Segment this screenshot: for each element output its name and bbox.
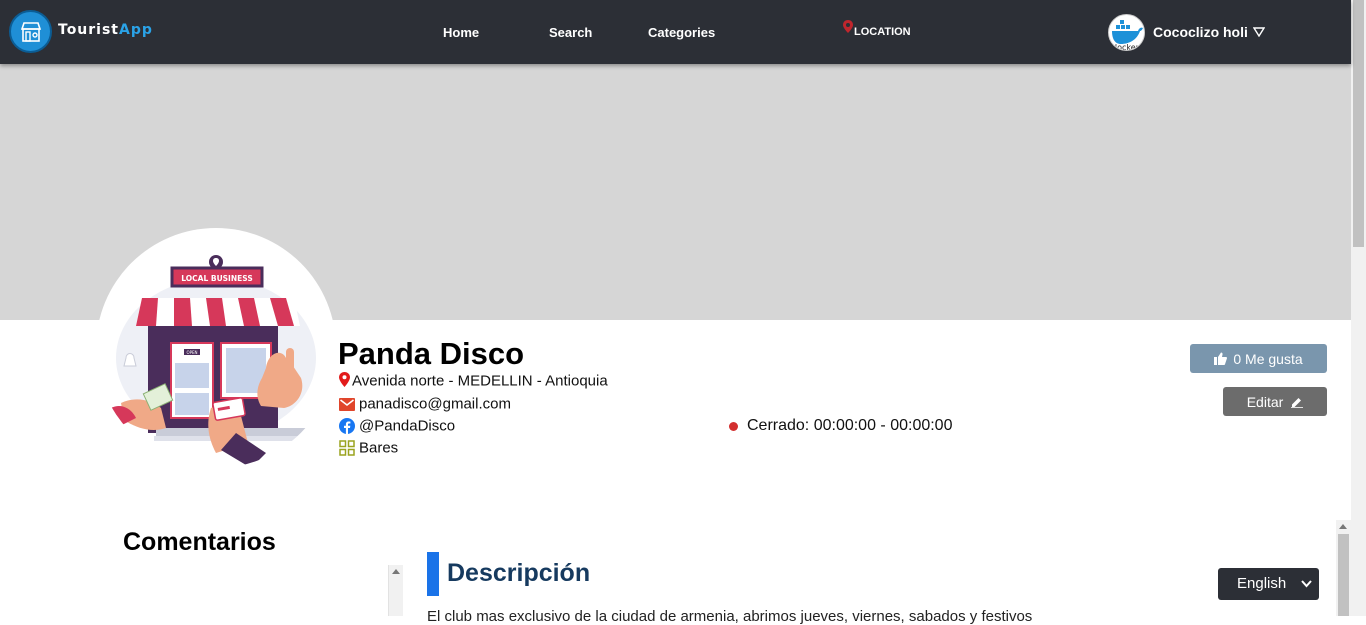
logo-door-sign-text: OPEN [186, 350, 197, 355]
content-scrollbar[interactable] [1336, 520, 1351, 616]
chevron-down-icon[interactable] [1253, 27, 1265, 37]
business-name: Panda Disco [338, 336, 525, 371]
brand-accent-text: App [119, 22, 153, 38]
description-heading: Descripción [447, 559, 591, 587]
brand-main-text: Tourist [58, 22, 120, 38]
thumbs-up-icon [1214, 352, 1228, 365]
facebook-icon [339, 418, 355, 435]
email-text: panadisco@gmail.com [359, 395, 511, 413]
location-pin-icon [339, 371, 350, 387]
like-count-label: 0 Me gusta [1233, 350, 1303, 367]
business-profile-image: LOCAL BUSINESS OPEN [96, 228, 336, 468]
mail-icon [339, 397, 355, 411]
description-text: El club mas exclusivo de la ciudad de ar… [427, 608, 1033, 625]
category-grid-icon [339, 440, 355, 456]
page-scrollbar-thumb[interactable] [1353, 0, 1364, 247]
status-dot-icon [729, 421, 738, 431]
nav-search-link[interactable]: Search [549, 25, 592, 40]
language-selected: English [1237, 575, 1287, 592]
description-accent-bar [427, 552, 439, 596]
like-button[interactable]: 0 Me gusta [1190, 344, 1327, 373]
chevron-down-icon [1301, 580, 1312, 588]
local-business-illustration: LOCAL BUSINESS OPEN [111, 255, 316, 468]
location-label: LOCATION [854, 26, 911, 38]
page-scrollbar[interactable] [1351, 0, 1366, 616]
location-pin-icon [843, 20, 853, 33]
status-text: Cerrado: 00:00:00 - 00:00:00 [747, 417, 953, 434]
edit-button[interactable]: Editar [1223, 387, 1327, 416]
scroll-up-arrow-icon[interactable] [1339, 524, 1347, 529]
app-logo[interactable] [9, 10, 52, 53]
logo-sign-text: LOCAL BUSINESS [181, 274, 252, 283]
facebook-text: @PandaDisco [359, 417, 456, 435]
opening-status: Cerrado: 00:00:00 - 00:00:00 [729, 417, 952, 435]
store-icon [20, 22, 42, 42]
business-category: Bares [339, 439, 398, 457]
edit-label: Editar [1246, 393, 1284, 410]
category-text: Bares [359, 439, 399, 457]
business-email: panadisco@gmail.com [339, 395, 511, 413]
address-text: Avenida norte - MEDELLIN - Antioquia [352, 372, 608, 390]
scrollbar-thumb[interactable] [1338, 534, 1349, 616]
user-name: Cococlizo holi [1153, 24, 1248, 40]
scroll-up-arrow-icon[interactable] [392, 569, 400, 574]
pencil-icon [1291, 397, 1304, 408]
docker-whale-icon: docker [1112, 20, 1143, 51]
svg-text:docker: docker [1112, 43, 1140, 51]
comments-scrollbar[interactable] [388, 565, 403, 616]
top-navbar: TouristApp Home Search Categories LOCATI… [0, 0, 1351, 64]
business-address: Avenida norte - MEDELLIN - Antioquia [339, 371, 608, 390]
comments-heading: Comentarios [123, 528, 276, 556]
nav-home-link[interactable]: Home [443, 25, 479, 40]
business-facebook: @PandaDisco [339, 417, 455, 435]
nav-categories-link[interactable]: Categories [648, 25, 715, 40]
language-select[interactable]: English [1218, 568, 1319, 600]
avatar[interactable]: docker [1108, 14, 1145, 51]
app-brand[interactable]: TouristApp [58, 22, 153, 38]
